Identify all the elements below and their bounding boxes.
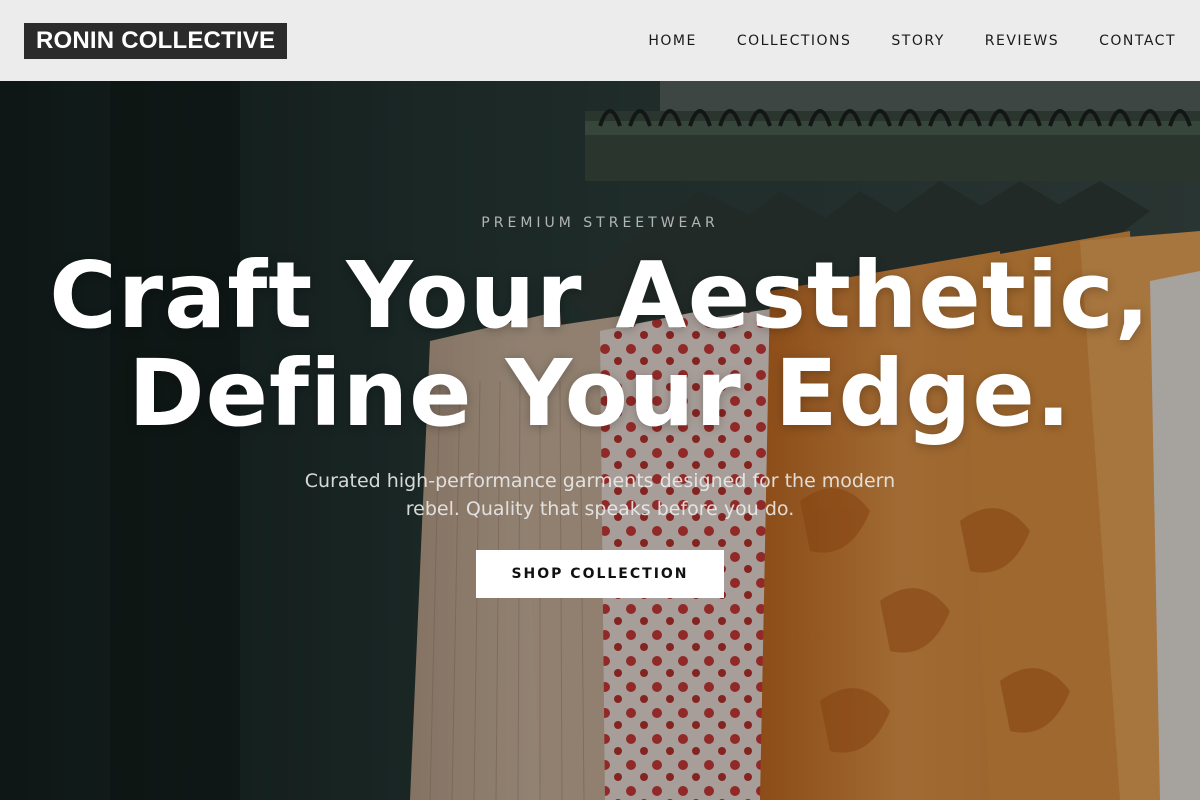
nav-home[interactable]: HOME (648, 33, 696, 49)
hero-headline: Craft Your Aesthetic, Define Your Edge. (0, 247, 1200, 443)
hero-subtext: Curated high-performance garments design… (304, 470, 896, 520)
site-header: RONIN COLLECTIVE HOME COLLECTIONS STORY … (0, 0, 1200, 81)
shop-collection-button[interactable]: SHOP COLLECTION (476, 550, 724, 598)
hero-headline-line1: Craft Your Aesthetic, (49, 242, 1151, 349)
nav-reviews[interactable]: REVIEWS (985, 33, 1059, 49)
hero-eyebrow: PREMIUM STREETWEAR (481, 215, 719, 231)
brand-logo[interactable]: RONIN COLLECTIVE (24, 22, 288, 59)
main-nav: HOME COLLECTIONS STORY REVIEWS CONTACT (648, 33, 1176, 49)
hero-content: PREMIUM STREETWEAR Craft Your Aesthetic,… (0, 81, 1200, 800)
nav-story[interactable]: STORY (891, 33, 944, 49)
nav-collections[interactable]: COLLECTIONS (737, 33, 852, 49)
nav-contact[interactable]: CONTACT (1099, 33, 1176, 49)
hero-headline-line2: Define Your Edge. (128, 340, 1072, 447)
hero-section: PREMIUM STREETWEAR Craft Your Aesthetic,… (0, 81, 1200, 800)
